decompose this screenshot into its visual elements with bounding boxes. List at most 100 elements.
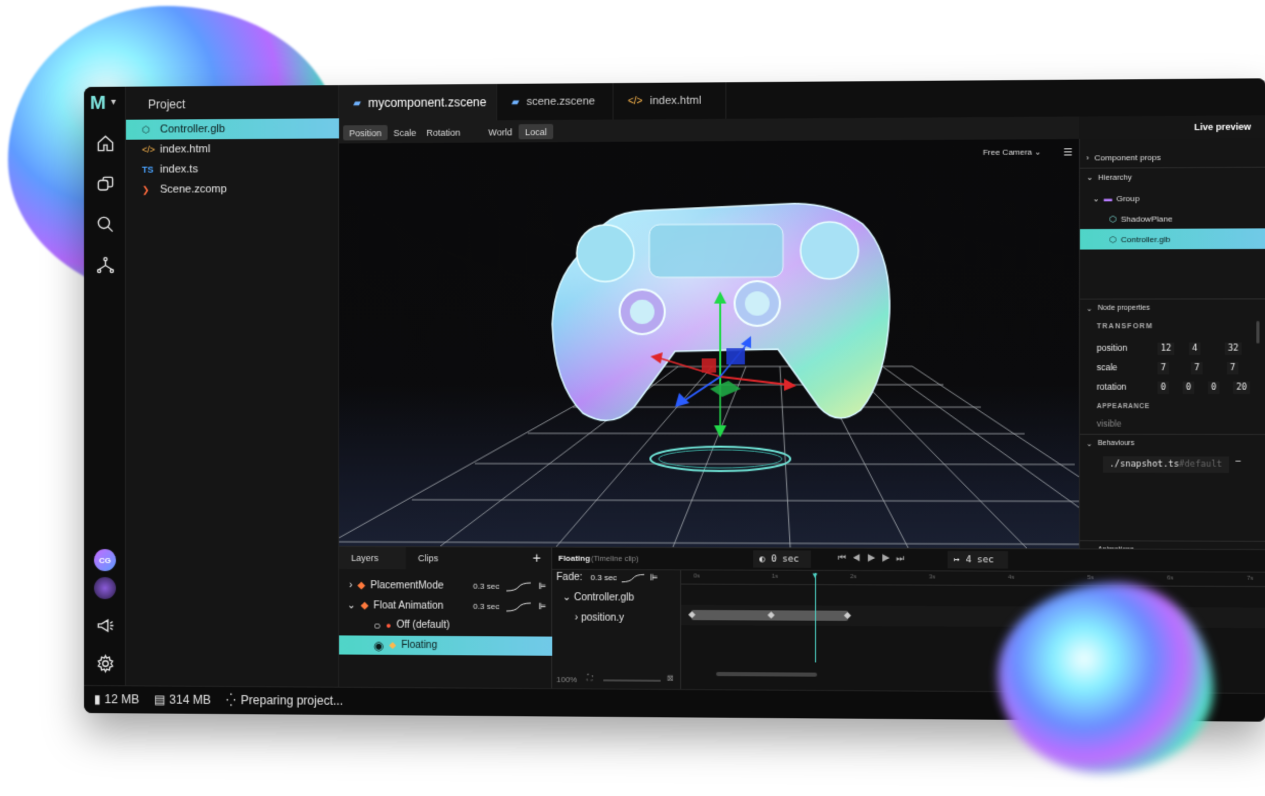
tab-scene-zscene[interactable]: ▰ scene.zscene — [497, 83, 613, 120]
file-controller-glb[interactable]: ⬡ Controller.glb — [126, 118, 339, 139]
scale-x-input[interactable]: 7 — [1157, 362, 1169, 374]
radio-empty-icon[interactable]: ○ — [373, 618, 380, 632]
scale-label: scale — [1097, 362, 1118, 372]
section-title: Component props — [1094, 152, 1161, 162]
space-world-button[interactable]: World — [483, 124, 518, 139]
scene-viewport[interactable]: Free Camera ⌄ ☰ — [339, 139, 1079, 548]
zoom-fit-icon[interactable]: ⛶ — [587, 673, 593, 683]
layer-duration[interactable]: 0.3 sec — [473, 602, 499, 611]
chevron-down-icon[interactable]: ▾ — [111, 97, 116, 108]
tree-item-shadowplane[interactable]: ⬡ ShadowPlane — [1080, 208, 1265, 229]
spinner-icon: ⁛ — [226, 693, 236, 707]
home-icon[interactable] — [95, 133, 115, 153]
state-row-off-default[interactable]: ○ ● Off (default) — [339, 615, 552, 635]
app-logo[interactable]: M — [90, 93, 106, 115]
align-icon[interactable]: ⊫ — [538, 581, 546, 592]
duration-display[interactable]: ↦4 sec — [948, 551, 1008, 569]
chevron-right-icon: › — [575, 612, 578, 623]
shadow-ring — [650, 447, 790, 472]
fade-value[interactable]: 0.3 sec — [591, 573, 617, 582]
ts-icon: TS — [142, 165, 156, 175]
layer-row-placementmode[interactable]: › ◆ PlacementMode 0.3 sec ⊫ — [339, 576, 552, 596]
file-scene-zcomp[interactable]: ❯ Scene.zcomp — [126, 179, 339, 200]
hierarchy-header[interactable]: ⌄ Hierarchy — [1080, 167, 1265, 186]
editor-tabs: ▰ mycomponent.zscene ▰ scene.zscene </> … — [339, 78, 1265, 121]
align-icon[interactable]: ⊫ — [650, 572, 658, 583]
file-icon: ▮ — [94, 692, 101, 706]
layer-row-float-animation[interactable]: ⌄ ◆ Float Animation 0.3 sec ⊫ — [339, 596, 552, 616]
playhead-handle-icon[interactable]: ▼ — [811, 571, 819, 580]
mode-position-button[interactable]: Position — [343, 125, 388, 140]
zoom-slider[interactable] — [603, 679, 660, 681]
ease-curve-icon[interactable] — [506, 601, 532, 611]
remove-behaviour-icon[interactable]: − — [1235, 456, 1241, 467]
timeline-scrollbar[interactable] — [716, 672, 817, 677]
space-local-button[interactable]: Local — [519, 124, 554, 139]
ruler-mark: 3s — [929, 574, 936, 580]
keyframe-icon[interactable]: ◆ — [844, 610, 851, 621]
duration: 4 sec — [966, 555, 994, 565]
tab-mycomponent-zscene[interactable]: ▰ mycomponent.zscene — [339, 84, 497, 121]
cube-icon: ⬡ — [1109, 235, 1116, 244]
component-props-header[interactable]: › Component props — [1080, 146, 1265, 168]
layer-duration[interactable]: 0.3 sec — [473, 582, 499, 591]
rotation-z-input[interactable]: 0 — [1208, 382, 1220, 394]
track-position-y[interactable]: › position.y — [575, 612, 624, 623]
tree-label: ShadowPlane — [1121, 214, 1173, 223]
tab-clips[interactable]: Clips — [418, 547, 469, 569]
tree-label: Group — [1116, 193, 1139, 202]
node-properties-header[interactable]: ⌄ Node properties — [1080, 298, 1265, 317]
mode-scale-button[interactable]: Scale — [390, 125, 420, 140]
keyframe-icon[interactable]: ◆ — [688, 609, 695, 620]
position-y-input[interactable]: 4 — [1189, 343, 1201, 355]
progress-status: ⁛Preparing project... — [226, 693, 343, 708]
user-avatar[interactable] — [94, 577, 116, 599]
component-icon: ❯ — [142, 184, 156, 195]
tab-label: index.html — [650, 95, 701, 108]
behaviours-header[interactable]: ⌄ Behaviours — [1080, 434, 1265, 453]
tab-index-html[interactable]: </> index.html — [614, 82, 727, 119]
file-index-ts[interactable]: TS index.ts — [126, 159, 339, 180]
track-controller-glb[interactable]: ⌄ Controller.glb — [562, 592, 634, 603]
live-preview-button[interactable]: Live preview — [1194, 122, 1251, 133]
file-index-html[interactable]: </> index.html — [126, 138, 339, 159]
behaviour-field[interactable]: ./snapshot.ts#default — [1103, 456, 1229, 473]
zoom-max-icon[interactable]: ⊠ — [667, 674, 674, 683]
rotation-x-input[interactable]: 0 — [1157, 382, 1169, 394]
tree-item-controller-glb[interactable]: ⬡ Controller.glb — [1080, 228, 1265, 249]
align-icon[interactable]: ⊫ — [538, 601, 546, 612]
scrollbar[interactable] — [1256, 321, 1259, 344]
chevron-down-icon: ⌄ — [1086, 304, 1092, 312]
rotation-label: rotation — [1097, 382, 1127, 392]
radio-selected-icon[interactable]: ◉ — [373, 638, 384, 652]
rotation-w-input[interactable]: 20 — [1233, 382, 1250, 394]
megaphone-icon[interactable] — [95, 615, 115, 635]
file-size-status: ▮12 MB — [94, 692, 139, 706]
scale-y-input[interactable]: 7 — [1191, 362, 1203, 374]
tree-item-group[interactable]: ⌄ ▬ Group — [1080, 187, 1265, 208]
rotation-y-input[interactable]: 0 — [1183, 382, 1195, 394]
add-icon[interactable]: + — [533, 550, 541, 566]
transform-label: TRANSFORM — [1097, 323, 1153, 330]
state-row-floating[interactable]: ◉ ◆ Floating — [339, 635, 552, 655]
playhead[interactable] — [815, 573, 816, 663]
scale-z-input[interactable]: 7 — [1227, 362, 1239, 374]
keyframe-icon[interactable]: ◆ — [768, 609, 775, 620]
current-time-display[interactable]: ◐0 sec — [753, 550, 811, 567]
zoom-level: 100% — [556, 675, 577, 684]
mode-rotation-button[interactable]: Rotation — [422, 125, 465, 140]
position-x-input[interactable]: 12 — [1157, 343, 1174, 355]
ease-curve-icon[interactable] — [506, 581, 532, 591]
avatar[interactable]: CG — [94, 549, 116, 571]
position-z-input[interactable]: 32 — [1225, 342, 1242, 354]
ease-curve-icon[interactable] — [621, 573, 646, 583]
graph-icon[interactable] — [95, 255, 115, 275]
copy-icon[interactable] — [95, 174, 115, 194]
fade-row: Fade: 0.3 sec ⊫ — [556, 572, 679, 584]
playback-controls[interactable]: ⏮◀▶▶⏭ — [838, 553, 911, 564]
state-dot-icon: ● — [386, 620, 392, 630]
state-label: Floating — [401, 640, 437, 651]
search-icon[interactable] — [95, 214, 115, 234]
gear-icon[interactable] — [95, 653, 115, 673]
tab-layers[interactable]: Layers — [339, 547, 406, 569]
